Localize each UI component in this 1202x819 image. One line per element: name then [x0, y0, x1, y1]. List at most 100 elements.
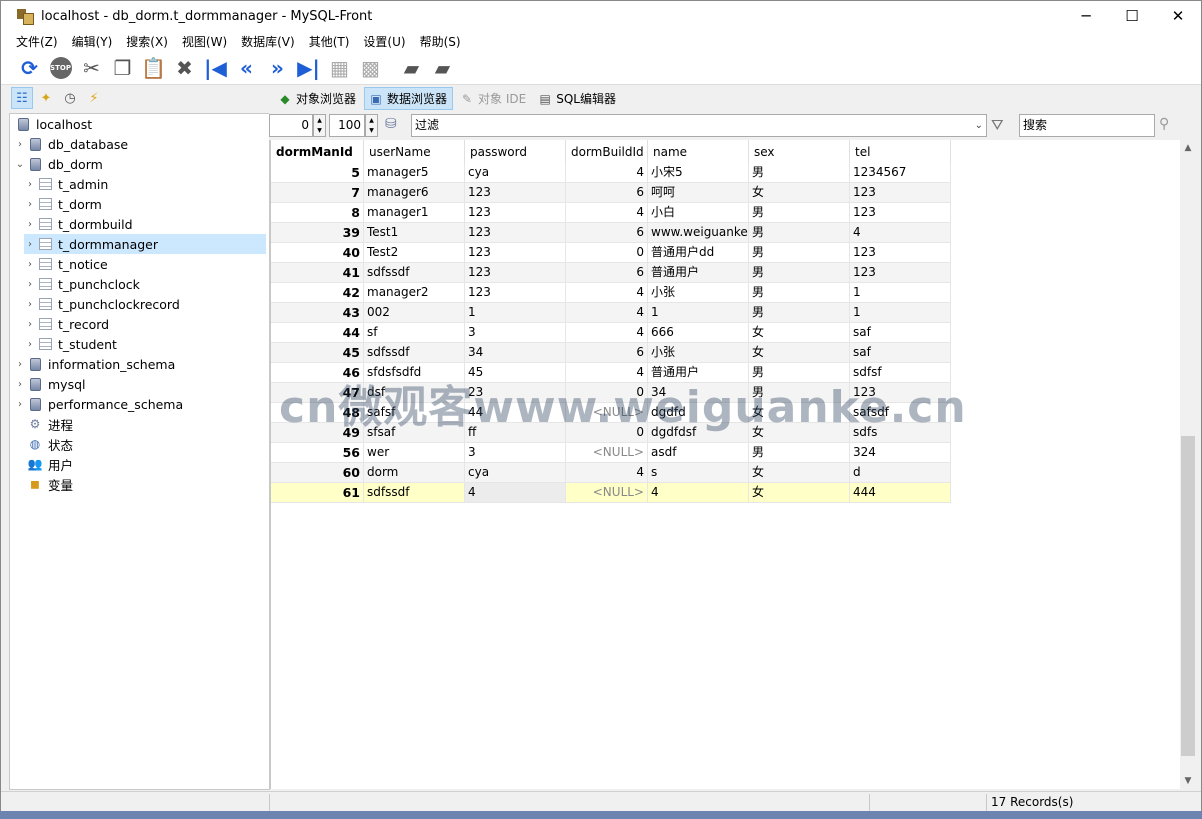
table-cell[interactable]: 普通用户dd	[648, 243, 749, 263]
tree-node-status[interactable]: ◍ 状态	[26, 434, 73, 454]
table-cell[interactable]: dorm	[364, 463, 465, 483]
table-cell[interactable]: cya	[465, 163, 566, 183]
table-cell[interactable]: manager2	[364, 283, 465, 303]
offset-stepper[interactable]: ▲ ▼	[313, 114, 326, 137]
tab-object-browser[interactable]: ◆ 对象浏览器	[274, 87, 361, 110]
paste-icon[interactable]: 📋	[138, 54, 169, 82]
tree-node-processes[interactable]: ⚙ 进程	[26, 414, 73, 434]
table-cell[interactable]: 0	[566, 423, 648, 443]
table-row[interactable]: 39Test11236www.weiguanke.cn男4	[271, 223, 951, 243]
table-cell[interactable]: 男	[749, 283, 850, 303]
history-icon[interactable]: ◷	[59, 87, 81, 109]
tree-node-db-database[interactable]: › db_database	[14, 134, 128, 154]
table-cell[interactable]: 45	[271, 343, 364, 363]
table-cell[interactable]: www.weiguanke.cn	[648, 223, 749, 243]
table-row[interactable]: 48 safsf 44 <NULL> dgdfd 女 safsdf	[271, 403, 951, 423]
table-cell[interactable]: safsdf	[850, 403, 951, 423]
table-cell[interactable]: 666	[648, 323, 749, 343]
table-row[interactable]: 56 wer 3 <NULL> asdf 男 324	[271, 443, 951, 463]
table-cell[interactable]: sdfssdf	[364, 343, 465, 363]
table-cell[interactable]: 48	[271, 403, 364, 423]
table-cell[interactable]: <NULL>	[566, 483, 648, 503]
table-cell[interactable]: 123	[850, 383, 951, 403]
table-row[interactable]: 40 Test2 123 0 普通用户dd 男 123	[271, 243, 951, 263]
table-cell[interactable]: 123	[465, 223, 566, 243]
table-cell[interactable]: 23	[465, 383, 566, 403]
chevron-right-icon[interactable]: ›	[24, 239, 36, 250]
table-cell[interactable]: 女	[749, 343, 850, 363]
tree-node-t-student[interactable]: › t_student	[24, 334, 117, 354]
table-cell[interactable]: 6	[566, 343, 648, 363]
table-cell[interactable]: 女	[749, 423, 850, 443]
table-cell[interactable]: 女	[749, 183, 850, 203]
table-row[interactable]: 43 002 1 4 1 男 1	[271, 303, 951, 323]
tree-node-mysql[interactable]: › mysql	[14, 374, 86, 394]
chevron-right-icon[interactable]: ›	[24, 339, 36, 350]
table-cell[interactable]: 1	[648, 303, 749, 323]
post-icon[interactable]: ▰	[396, 54, 427, 82]
refresh-icon[interactable]: ⟳	[14, 54, 45, 82]
column-header-password[interactable]: password	[465, 140, 566, 163]
cancel-icon[interactable]: ▰	[427, 54, 458, 82]
chevron-right-icon[interactable]: ›	[14, 399, 26, 410]
menu-database[interactable]: 数据库(V)	[234, 33, 302, 50]
table-cell[interactable]: 男	[749, 443, 850, 463]
table-cell[interactable]: sfdsfsdfd	[364, 363, 465, 383]
tree-node-t-notice[interactable]: › t_notice	[24, 254, 108, 274]
table-cell[interactable]: Test2	[364, 243, 465, 263]
table-cell[interactable]: 男	[749, 203, 850, 223]
previous-record-icon[interactable]: «	[231, 54, 262, 82]
table-cell[interactable]: 1234567	[850, 163, 951, 183]
table-cell[interactable]: 324	[850, 443, 951, 463]
tree-view-icon[interactable]: ☷	[11, 87, 33, 109]
menu-view[interactable]: 视图(W)	[175, 33, 234, 50]
table-cell[interactable]: 4	[465, 483, 566, 503]
table-cell[interactable]: 42	[271, 283, 364, 303]
table-cell[interactable]: 123	[465, 283, 566, 303]
table-cell[interactable]: 男	[749, 363, 850, 383]
table-cell[interactable]: sdfsf	[850, 363, 951, 383]
column-header-tel[interactable]: tel	[850, 140, 951, 163]
menu-search[interactable]: 搜索(X)	[119, 33, 175, 50]
tab-sql-editor[interactable]: ▤ SQL编辑器	[534, 87, 621, 110]
chevron-right-icon[interactable]: ›	[24, 179, 36, 190]
table-cell[interactable]: manager1	[364, 203, 465, 223]
tree-node-t-dormbuild[interactable]: › t_dormbuild	[24, 214, 133, 234]
insert-record-icon[interactable]: ▦	[324, 54, 355, 82]
tab-data-browser[interactable]: ▣ 数据浏览器	[364, 87, 454, 110]
table-cell[interactable]: sdfssdf	[364, 483, 465, 503]
table-cell[interactable]: s	[648, 463, 749, 483]
table-cell[interactable]: 呵呵	[648, 183, 749, 203]
scroll-up-icon[interactable]: ▲	[1180, 140, 1196, 156]
table-cell[interactable]: dgdfd	[648, 403, 749, 423]
table-cell[interactable]: 6	[566, 183, 648, 203]
favorites-icon[interactable]: ⚡	[83, 87, 105, 109]
menu-edit[interactable]: 编辑(Y)	[65, 33, 120, 50]
table-cell[interactable]: 5	[271, 163, 364, 183]
table-cell[interactable]: 123	[850, 183, 951, 203]
table-cell[interactable]: 45	[465, 363, 566, 383]
column-header-username[interactable]: userName	[364, 140, 465, 163]
table-cell[interactable]: 47	[271, 383, 364, 403]
last-record-icon[interactable]: ▶|	[293, 54, 324, 82]
cut-icon[interactable]: ✂	[76, 54, 107, 82]
table-cell[interactable]: 123	[850, 263, 951, 283]
chevron-right-icon[interactable]: ›	[24, 259, 36, 270]
table-cell[interactable]: 34	[648, 383, 749, 403]
table-cell[interactable]: 1	[465, 303, 566, 323]
table-cell[interactable]: 3	[465, 443, 566, 463]
table-cell[interactable]: 123	[465, 203, 566, 223]
tree-node-t-punchclock[interactable]: › t_punchclock	[24, 274, 140, 294]
table-cell[interactable]: 4	[566, 363, 648, 383]
chevron-right-icon[interactable]: ›	[24, 279, 36, 290]
chevron-right-icon[interactable]: ›	[14, 359, 26, 370]
close-button[interactable]: ✕	[1155, 1, 1201, 31]
table-cell[interactable]: sdfssdf	[364, 263, 465, 283]
next-record-icon[interactable]: »	[262, 54, 293, 82]
grid-vertical-scrollbar[interactable]: ▲ ▼	[1180, 140, 1196, 789]
table-cell[interactable]: 4	[566, 323, 648, 343]
table-cell[interactable]: 444	[850, 483, 951, 503]
scroll-thumb[interactable]	[1181, 436, 1195, 756]
table-cell[interactable]: 123	[850, 243, 951, 263]
tree-node-t-dormmanager[interactable]: › t_dormmanager	[24, 234, 266, 254]
